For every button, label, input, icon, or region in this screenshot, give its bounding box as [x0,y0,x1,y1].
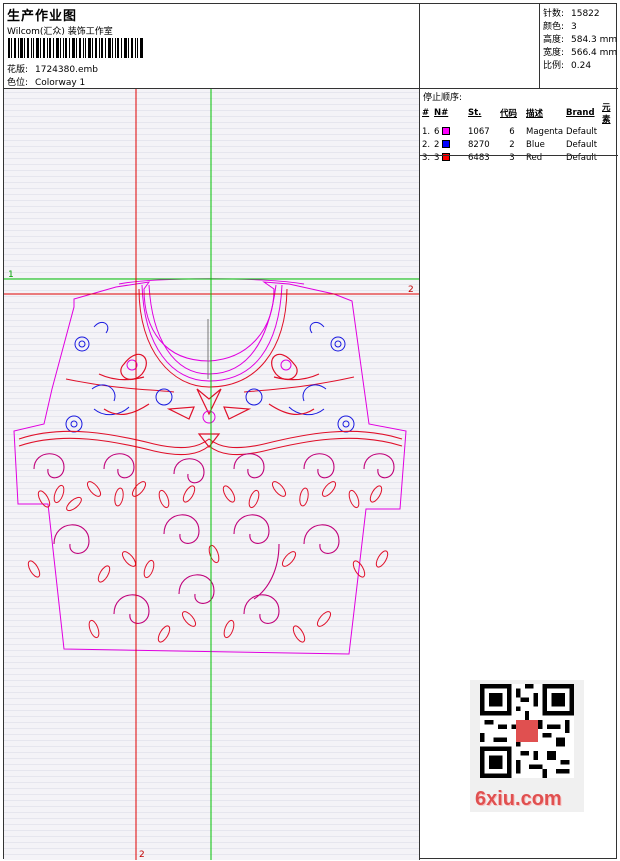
header-info: 生产作业图 Wilcom(汇众) 装饰工作室 花版: 1724380.emb 色… [4,4,420,89]
stat-height: 高度: 584.3 mm [543,35,618,45]
design-label: 花版: [7,65,29,75]
design-canvas[interactable]: 1 2 2 [4,89,420,860]
embroidery-preview: 1 2 2 [4,89,419,860]
divider [420,155,618,156]
guide-label-green: 1 [8,270,14,280]
design-file-row: 花版: 1724380.emb [7,62,98,75]
scroll-motifs [33,453,395,624]
leaf-motifs [27,481,389,643]
table-header-row: # N# St. 代码 描述 Brand 元素 [421,101,617,125]
col-needle: N# [434,108,449,118]
qr-code-icon [480,684,574,778]
col-desc: 描述 [526,109,544,119]
colorway-value: Colorway 1 [35,78,86,88]
company-name: Wilcom(汇众) 装饰工作室 [7,27,113,37]
table-row[interactable]: 3. 3 6483 3 Red Default [421,151,617,164]
stat-colors: 颜色: 3 [543,22,577,32]
colorway-label: 色位: [7,78,29,88]
design-value: 1724380.emb [35,65,98,75]
header-blank [420,4,539,89]
sheet-title: 生产作业图 [7,9,78,24]
stat-width: 宽度: 566.4 mm [543,48,618,58]
color-swatch [442,140,451,148]
guide-lines [4,89,419,860]
colorway-row: 色位: Colorway 1 [7,75,85,88]
col-element: 元素 [602,103,611,125]
design-stats: 针数: 15822 颜色: 3 高度: 584.3 mm 宽度: 566.4 mm 比例… [539,4,618,89]
stat-stitches: 针数: 15822 [543,9,600,19]
color-swatch [442,127,451,135]
garment-outline [13,281,407,655]
barcode [8,38,143,58]
guide-label-red-h: 2 [408,285,414,295]
stat-scale: 比例: 0.24 [543,61,592,71]
guide-label-red-v: 2 [139,850,145,860]
col-brand: Brand [566,108,595,118]
col-code: 代码 [500,109,518,119]
table-row[interactable]: 2. 2 8270 2 Blue Default [421,138,617,151]
col-stitches: St. [468,108,482,118]
watermark: 6xiu.com [475,788,562,810]
col-num: # [422,108,430,118]
table-row[interactable]: 1. 6 1067 6 Magenta Default [421,125,617,138]
